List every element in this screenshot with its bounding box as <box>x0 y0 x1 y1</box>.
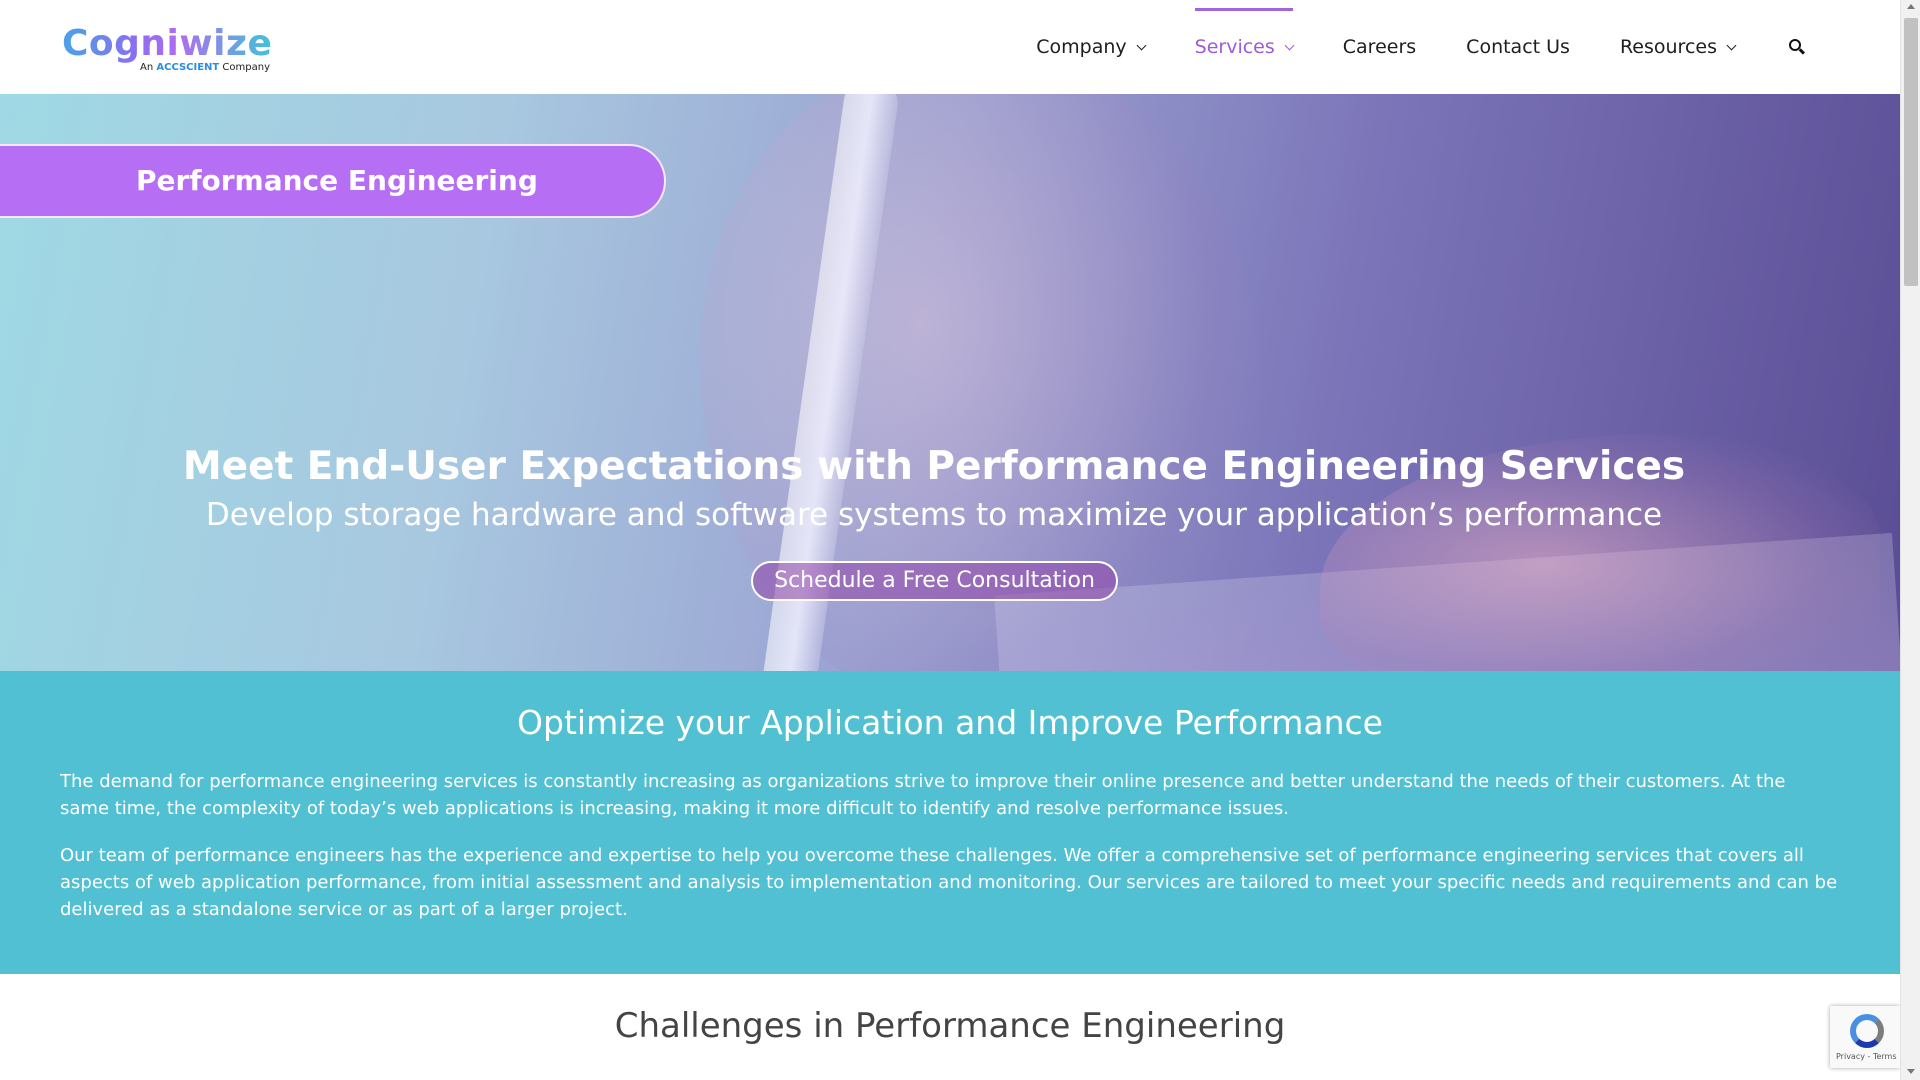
nav-item-company[interactable]: Company <box>1011 0 1169 94</box>
nav-item-resources[interactable]: Resources <box>1595 0 1760 94</box>
intro-paragraph: The demand for performance engineering s… <box>60 771 1786 819</box>
nav-item-services[interactable]: Services <box>1170 0 1318 94</box>
hero-subtitle: Develop storage hardware and software sy… <box>205 497 1663 533</box>
logo-tagline: An ACCSCIENT Company <box>140 62 271 73</box>
site-header: Cogniwize An ACCSCIENT Company Company S… <box>0 0 1900 94</box>
page-title: Performance Engineering <box>136 164 538 197</box>
nav-label: Company <box>1036 36 1127 58</box>
scroll-up-arrow-icon[interactable] <box>1907 4 1915 9</box>
nav-label: Resources <box>1619 36 1717 58</box>
main-nav: Company Services Careers Contact Us Reso… <box>1011 0 1830 94</box>
intro-heading: Optimize your Application and Improve Pe… <box>517 703 1383 742</box>
nav-label: Contact Us <box>1466 36 1570 58</box>
nav-label: Careers <box>1342 36 1417 58</box>
hero-title: Meet End-User Expectations with Performa… <box>182 444 1686 489</box>
search-button[interactable] <box>1760 0 1830 94</box>
chevron-down-icon <box>1284 40 1295 50</box>
page-title-pill: Performance Engineering <box>0 144 666 218</box>
intro-section: Optimize your Application and Improve Pe… <box>0 671 1900 974</box>
nav-item-careers[interactable]: Careers <box>1318 0 1441 94</box>
cogniwize-logo[interactable]: Cogniwize An ACCSCIENT Company <box>62 24 272 76</box>
recaptcha-badge[interactable]: Privacy - Terms <box>1830 1006 1900 1068</box>
recaptcha-icon <box>1850 1014 1884 1048</box>
challenges-heading: Challenges in Performance Engineering <box>614 1006 1286 1046</box>
scroll-down-arrow-icon[interactable] <box>1907 1069 1915 1074</box>
schedule-consultation-button[interactable]: Schedule a Free Consultation <box>751 561 1118 601</box>
chevron-down-icon <box>1726 40 1737 50</box>
search-icon <box>1789 39 1806 55</box>
nav-label: Services <box>1194 36 1275 58</box>
recaptcha-links[interactable]: Privacy - Terms <box>1836 1052 1897 1061</box>
chevron-down-icon <box>1136 40 1147 50</box>
intro-paragraph: Our team of performance engineers has th… <box>60 845 1838 920</box>
nav-item-contact-us[interactable]: Contact Us <box>1441 0 1595 94</box>
hero-banner: Performance Engineering Meet End-User Ex… <box>0 94 1900 671</box>
page-scrollbar[interactable] <box>1900 0 1920 1080</box>
scrollbar-thumb[interactable] <box>1904 18 1918 286</box>
logo-wordmark: Cogniwize <box>62 23 273 64</box>
